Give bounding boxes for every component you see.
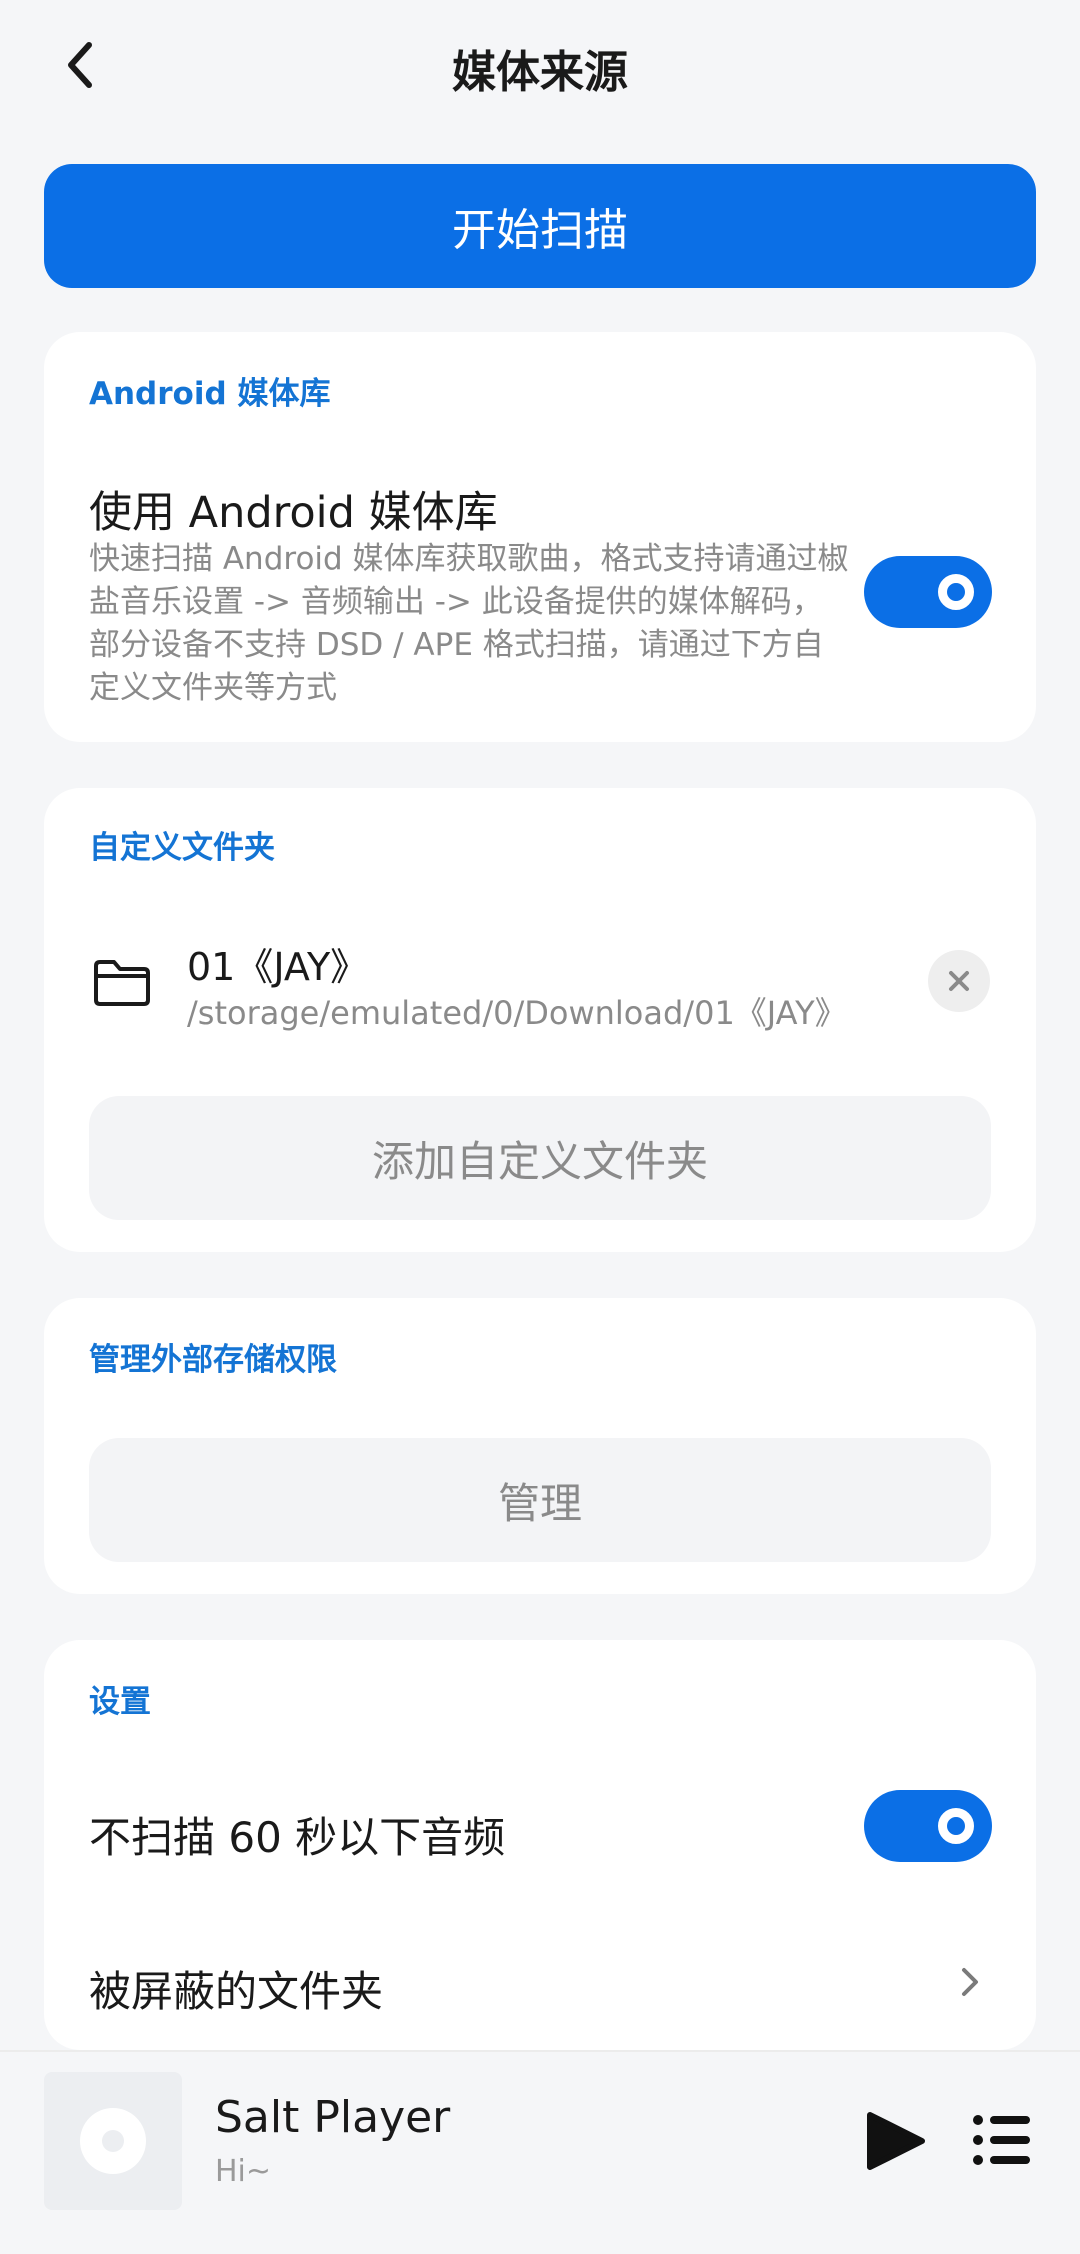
page-title: 媒体来源 [452, 47, 628, 98]
manage-permission-button[interactable]: 管理 [89, 1438, 991, 1562]
toggle-knob [938, 574, 974, 610]
start-scan-button[interactable]: 开始扫描 [44, 164, 1036, 288]
custom-folders-card: 自定义文件夹 01《JAY》 /storage/emulated/0/Downl… [44, 788, 1036, 1252]
storage-permission-card: 管理外部存储权限 管理 [44, 1298, 1036, 1594]
android-library-toggle[interactable] [864, 556, 992, 628]
remove-folder-button[interactable] [928, 950, 990, 1012]
section-label-storage-permission: 管理外部存储权限 [89, 1342, 337, 1378]
skip-short-audio-label: 不扫描 60 秒以下音频 [89, 1813, 506, 1862]
playlist-icon[interactable] [972, 2112, 1032, 2168]
play-icon[interactable] [864, 2109, 928, 2173]
toggle-knob [938, 1808, 974, 1844]
settings-card: 设置 不扫描 60 秒以下音频 被屏蔽的文件夹 [44, 1640, 1036, 2050]
folder-name: 01《JAY》 [187, 945, 369, 989]
section-label-custom-folders: 自定义文件夹 [89, 830, 275, 866]
folder-path: /storage/emulated/0/Download/01《JAY》 [187, 994, 847, 1032]
section-label-android-library: Android 媒体库 [89, 376, 331, 412]
android-library-card: Android 媒体库 使用 Android 媒体库 快速扫描 Android … [44, 332, 1036, 742]
app-header: 媒体来源 [0, 0, 1080, 132]
song-subtitle: Hi~ [215, 2154, 272, 2189]
use-android-library-title: 使用 Android 媒体库 [89, 488, 498, 538]
song-title: Salt Player [215, 2092, 451, 2143]
chevron-right-icon [962, 1968, 978, 1996]
album-art[interactable] [44, 2072, 182, 2210]
add-custom-folder-button[interactable]: 添加自定义文件夹 [89, 1096, 991, 1220]
mini-player[interactable]: Salt Player Hi~ [0, 2052, 1080, 2254]
section-label-settings: 设置 [89, 1684, 151, 1720]
disc-icon [80, 2108, 146, 2174]
folder-icon [94, 960, 150, 1006]
close-icon [949, 971, 969, 991]
blocked-folders-label: 被屏蔽的文件夹 [89, 1967, 384, 2016]
use-android-library-desc: 快速扫描 Android 媒体库获取歌曲，格式支持请通过椒盐音乐设置 -> 音频… [89, 541, 849, 706]
skip-short-audio-toggle[interactable] [864, 1790, 992, 1862]
